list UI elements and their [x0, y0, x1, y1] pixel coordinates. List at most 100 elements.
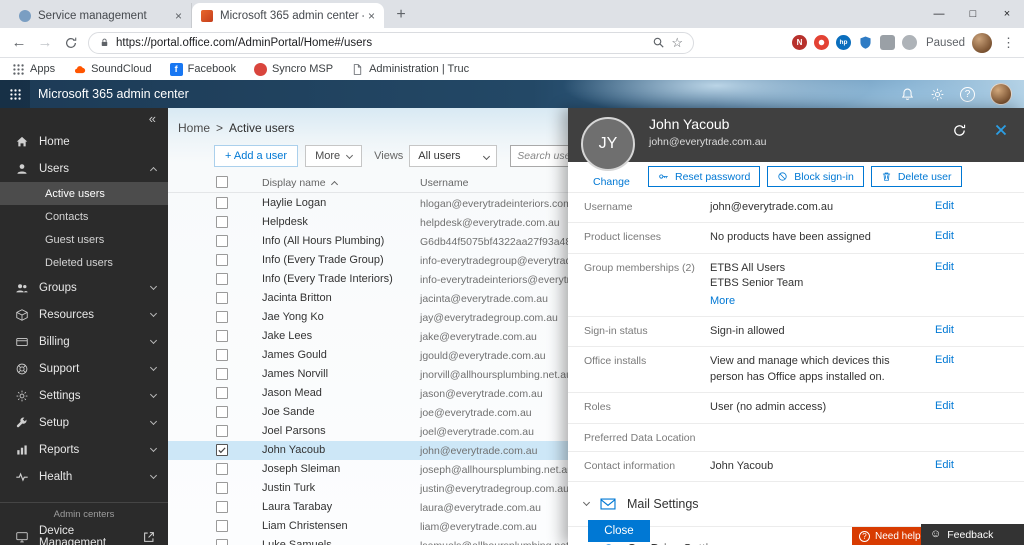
tab-close-icon[interactable]: ×	[175, 9, 182, 23]
edit-link[interactable]: Edit	[935, 200, 954, 212]
row-checkbox[interactable]	[216, 197, 228, 209]
edit-link[interactable]: Edit	[935, 354, 954, 366]
panel-refresh-icon[interactable]	[952, 123, 967, 138]
settings-gear-icon[interactable]	[930, 87, 945, 102]
sidebar-collapse-button[interactable]: «	[0, 108, 168, 128]
row-checkbox[interactable]	[216, 292, 228, 304]
sidebar-item-health[interactable]: Health	[0, 463, 168, 490]
panel-close-icon[interactable]	[993, 122, 1009, 138]
row-checkbox[interactable]	[216, 216, 228, 228]
row-checkbox[interactable]	[216, 387, 228, 399]
add-user-button[interactable]: + Add a user	[214, 145, 299, 167]
sidebar-item-guest-users[interactable]: Guest users	[0, 228, 168, 251]
address-bar[interactable]: https://portal.office.com/AdminPortal/Ho…	[88, 31, 694, 54]
sidebar-item-billing[interactable]: Billing	[0, 328, 168, 355]
row-checkbox[interactable]	[216, 539, 228, 545]
delete-user-button[interactable]: Delete user	[870, 166, 962, 187]
refresh-button[interactable]	[58, 30, 84, 56]
sync-paused-label[interactable]: Paused	[926, 37, 965, 49]
sidebar-item-setup[interactable]: Setup	[0, 409, 168, 436]
edit-link[interactable]: Edit	[935, 261, 954, 273]
window-close-button[interactable]: ×	[990, 0, 1024, 28]
edit-link[interactable]: Edit	[935, 400, 954, 412]
sidebar-item-groups[interactable]: Groups	[0, 274, 168, 301]
browser-profile-avatar[interactable]	[972, 32, 992, 53]
extension-icon[interactable]	[901, 35, 917, 50]
tab-service-management[interactable]: Service management ×	[10, 3, 192, 28]
row-checkbox[interactable]	[216, 444, 228, 456]
bookmark-administration-truc[interactable]: Administration | Truc	[351, 63, 469, 76]
row-checkbox[interactable]	[216, 235, 228, 247]
row-checkbox[interactable]	[216, 520, 228, 532]
sidebar-item-resources[interactable]: Resources	[0, 301, 168, 328]
row-checkbox[interactable]	[216, 311, 228, 323]
sidebar-item-device-management[interactable]: Device Management	[0, 523, 168, 545]
account-avatar[interactable]	[990, 83, 1012, 105]
chevron-down-icon	[149, 444, 158, 453]
column-username[interactable]: Username	[420, 177, 468, 189]
card-icon	[15, 335, 29, 349]
breadcrumb-home-link[interactable]: Home	[178, 121, 210, 135]
sidebar-item-reports[interactable]: Reports	[0, 436, 168, 463]
more-link[interactable]: More	[710, 292, 803, 309]
sidebar-item-users[interactable]: Users	[0, 155, 168, 182]
zoom-icon[interactable]	[652, 36, 665, 49]
panel-close-button[interactable]: Close	[588, 520, 650, 542]
key-icon	[658, 171, 669, 182]
window-minimize-button[interactable]: —	[922, 0, 956, 28]
extension-icon[interactable]	[879, 35, 895, 50]
extension-shield-icon[interactable]	[858, 35, 873, 50]
window-maximize-button[interactable]: □	[956, 0, 990, 28]
row-checkbox[interactable]	[216, 330, 228, 342]
row-checkbox[interactable]	[216, 501, 228, 513]
bookmark-soundcloud[interactable]: SoundCloud	[73, 63, 152, 76]
sidebar-item-support[interactable]: Support	[0, 355, 168, 382]
notifications-icon[interactable]	[900, 87, 915, 102]
sidebar-item-settings[interactable]: Settings	[0, 382, 168, 409]
row-checkbox[interactable]	[216, 406, 228, 418]
row-checkbox[interactable]	[216, 349, 228, 361]
edit-link[interactable]: Edit	[935, 459, 954, 471]
sidebar-item-active-users[interactable]: Active users	[0, 182, 168, 205]
chevron-down-icon	[149, 363, 158, 372]
bookmark-syncro-msp[interactable]: Syncro MSP	[253, 62, 333, 76]
column-label: Username	[420, 177, 469, 189]
views-dropdown[interactable]: All users	[409, 145, 498, 167]
sidebar-item-contacts[interactable]: Contacts	[0, 205, 168, 228]
mail-icon	[599, 495, 617, 513]
tab-favicon	[201, 9, 213, 22]
back-button[interactable]: ←	[6, 30, 32, 56]
column-display-name[interactable]: Display name	[262, 177, 338, 189]
new-tab-button[interactable]: +	[388, 3, 414, 28]
forward-button[interactable]: →	[32, 30, 58, 56]
help-icon[interactable]: ?	[960, 86, 975, 102]
row-checkbox[interactable]	[216, 368, 228, 380]
display-name-cell: Liam Christensen	[262, 520, 348, 532]
edit-link[interactable]: Edit	[935, 324, 954, 336]
row-checkbox[interactable]	[216, 273, 228, 285]
extension-icon[interactable]	[813, 35, 829, 50]
browser-menu-icon[interactable]: ⋮	[999, 35, 1018, 51]
sidebar-item-deleted-users[interactable]: Deleted users	[0, 251, 168, 274]
reset-password-button[interactable]: Reset password	[648, 166, 761, 187]
block-sign-in-button[interactable]: Block sign-in	[767, 166, 864, 187]
more-button[interactable]: More	[305, 145, 363, 167]
select-all-checkbox[interactable]	[216, 176, 228, 188]
tab-m365-admin-center[interactable]: Microsoft 365 admin center - Ac ×	[192, 3, 384, 28]
row-checkbox[interactable]	[216, 482, 228, 494]
change-photo-link[interactable]: Change	[593, 176, 630, 188]
row-checkbox[interactable]	[216, 463, 228, 475]
edit-link[interactable]: Edit	[935, 230, 954, 242]
row-checkbox[interactable]	[216, 254, 228, 266]
extension-icon[interactable]: hp	[835, 35, 851, 50]
extension-icon[interactable]: N	[791, 35, 807, 50]
app-launcher-button[interactable]	[0, 80, 30, 108]
sidebar-item-home[interactable]: Home	[0, 128, 168, 155]
bookmark-apps[interactable]: Apps	[12, 63, 55, 76]
tab-close-icon[interactable]: ×	[368, 9, 375, 23]
bookmark-star-icon[interactable]: ☆	[671, 36, 683, 49]
field-value: John Yacoub	[710, 459, 774, 472]
bookmark-facebook[interactable]: f Facebook	[169, 62, 236, 76]
row-checkbox[interactable]	[216, 425, 228, 437]
feedback-button[interactable]: ☺ Feedback	[921, 524, 1024, 545]
